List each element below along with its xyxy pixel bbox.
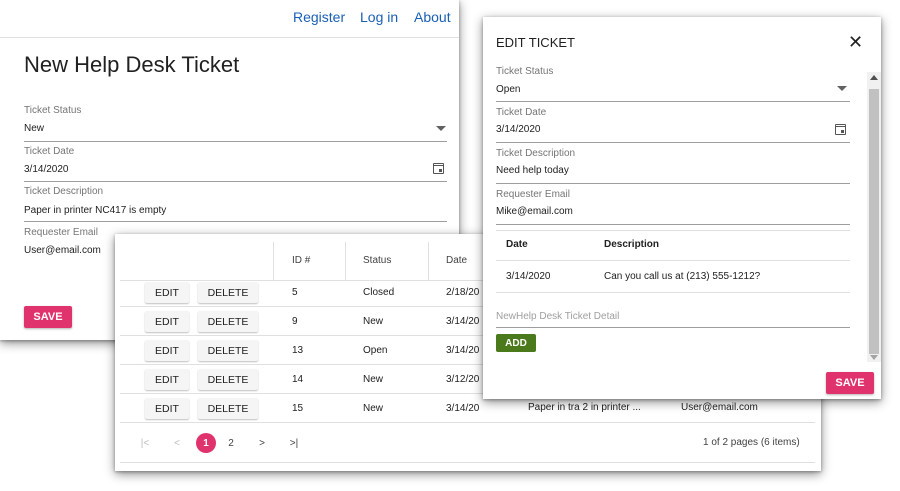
cell-id: 15 [292,403,304,414]
cell-id: 9 [292,316,298,327]
last-page-button[interactable]: >| [285,435,303,451]
first-page-button[interactable]: |< [137,435,153,451]
status-underline [496,101,850,102]
scroll-up-icon[interactable] [870,75,878,80]
page-1-button[interactable]: 1 [196,433,216,453]
edit-ticket-dialog: EDIT TICKET ✕ Ticket Status Open Ticket … [483,17,881,399]
cell-status: New [363,316,384,327]
requester-email-input[interactable]: Mike@email.com [496,206,573,217]
ticket-date-input[interactable]: 3/14/2020 [24,164,69,175]
page-title: New Help Desk Ticket [24,52,240,77]
edit-button[interactable]: EDIT [145,369,189,390]
delete-button[interactable]: DELETE [198,311,258,332]
email-underline [496,224,850,225]
top-nav-bar: Register Log in About [0,0,459,38]
date-underline [24,181,447,182]
scroll-down-icon[interactable] [870,355,878,360]
cell-status: New [363,403,384,414]
cell-date: 3/14/20 [446,403,480,414]
detail-header-date: Date [506,239,528,250]
ticket-description-label: Ticket Description [496,148,576,159]
dialog-title: EDIT TICKET [496,35,575,50]
detail-header-description: Description [604,239,660,250]
edit-button[interactable]: EDIT [145,398,189,419]
delete-button[interactable]: DELETE [198,340,258,361]
column-separator [345,242,346,280]
new-detail-input[interactable]: NewHelp Desk Ticket Detail [496,311,619,322]
scrollbar-thumb[interactable] [869,89,879,354]
cell-date: 3/14/20 [446,345,480,356]
ticket-date-input[interactable]: 3/14/2020 [496,124,541,135]
chevron-down-icon[interactable] [837,86,847,91]
detail-cell-description: Can you call us at (213) 555-1212? [604,271,761,282]
pager-summary: 1 of 2 pages (6 items) [703,437,800,448]
detail-cell-date: 3/14/2020 [506,271,551,282]
next-page-button[interactable]: > [254,435,270,451]
column-header-status[interactable]: Status [363,255,391,266]
column-separator [273,242,274,280]
detail-header-divider [496,260,850,261]
requester-email-input[interactable]: User@email.com [24,245,101,256]
ticket-status-select[interactable]: Open [496,84,520,95]
ticket-description-label: Ticket Description [24,186,104,197]
ticket-description-input[interactable]: Paper in printer NC417 is empty [24,205,166,216]
cell-status: New [363,374,384,385]
ticket-description-input[interactable]: Need help today [496,165,569,176]
column-header-date[interactable]: Date [446,255,467,266]
cell-date: 3/12/20 [446,374,480,385]
chevron-down-icon[interactable] [436,126,446,131]
ticket-date-label: Ticket Date [24,146,75,157]
date-underline [496,142,850,143]
new-detail-underline [496,327,850,328]
cell-email: User@email.com [681,402,758,413]
column-separator [428,242,429,280]
page-2-button[interactable]: 2 [223,435,239,451]
cell-id: 14 [292,374,304,385]
cell-date: 2/18/20 [446,287,480,298]
column-header-id[interactable]: ID # [292,255,310,266]
delete-button[interactable]: DELETE [198,398,258,419]
cell-id: 13 [292,345,304,356]
edit-button[interactable]: EDIT [145,282,189,303]
description-underline [496,183,850,184]
about-link[interactable]: About [414,9,451,25]
row-divider [120,422,815,423]
description-underline [24,221,447,222]
detail-table-bottom [496,292,850,293]
edit-button[interactable]: EDIT [145,311,189,332]
save-button[interactable]: SAVE [826,372,874,394]
calendar-icon[interactable] [433,163,444,174]
save-button[interactable]: SAVE [24,306,72,328]
calendar-icon[interactable] [835,124,846,135]
ticket-status-label: Ticket Status [496,66,554,77]
cell-date: 3/14/20 [446,316,480,327]
requester-email-label: Requester Email [24,227,98,238]
detail-table-top [496,230,850,231]
register-link[interactable]: Register [293,9,345,25]
status-underline [24,141,447,142]
ticket-status-label: Ticket Status [24,105,82,116]
delete-button[interactable]: DELETE [198,369,258,390]
delete-button[interactable]: DELETE [198,282,258,303]
add-button[interactable]: ADD [496,334,536,352]
cell-description: Paper in tra 2 in printer ... [528,402,641,413]
edit-button[interactable]: EDIT [145,340,189,361]
cell-id: 5 [292,287,298,298]
cell-status: Open [363,345,388,356]
ticket-status-select[interactable]: New [24,123,44,134]
requester-email-label: Requester Email [496,189,570,200]
ticket-date-label: Ticket Date [496,107,547,118]
cell-status: Closed [363,287,395,298]
pager-divider [120,462,815,463]
prev-page-button[interactable]: < [169,435,185,451]
login-link[interactable]: Log in [360,9,398,25]
close-icon[interactable]: ✕ [848,33,863,51]
